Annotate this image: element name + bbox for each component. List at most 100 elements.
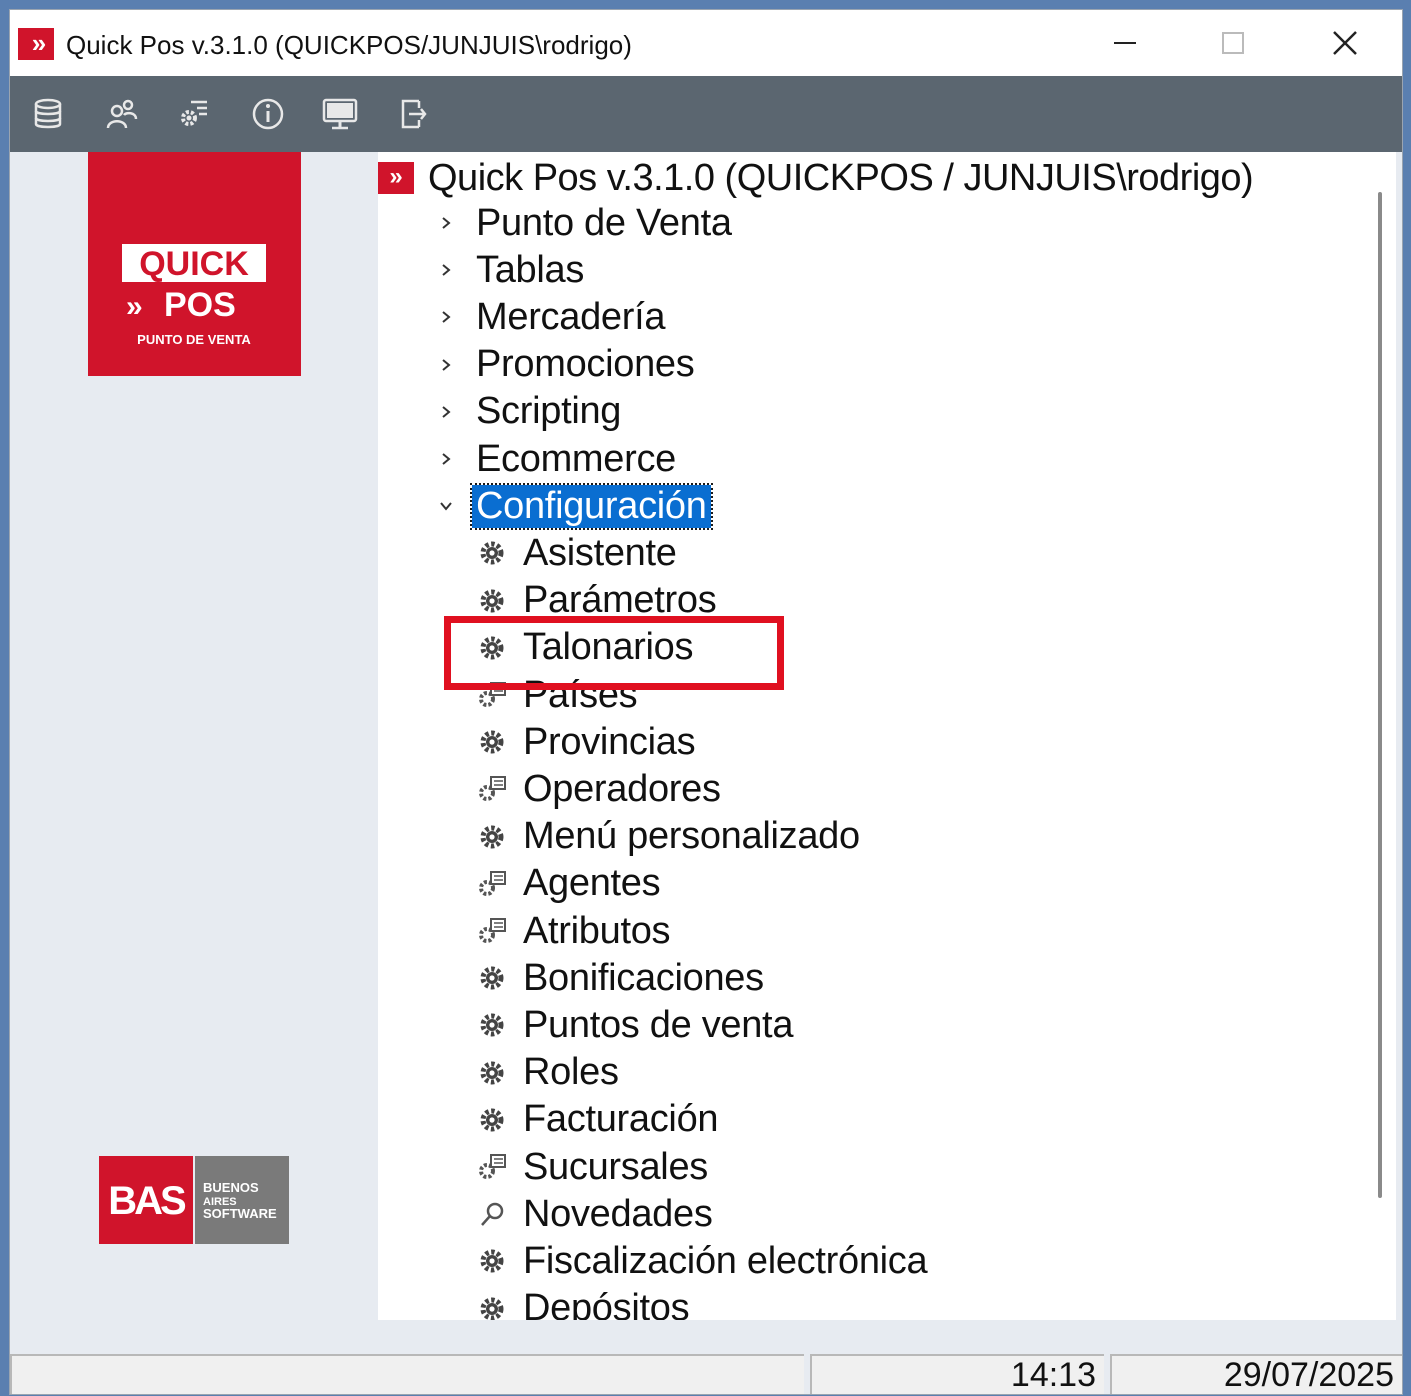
users-icon — [106, 99, 138, 129]
tree-node-label: Configuración — [470, 482, 713, 530]
minimize-button[interactable] — [1070, 10, 1180, 76]
tree-item-label: Agentes — [523, 862, 661, 905]
tree-item-asistente[interactable]: Asistente — [378, 530, 1358, 576]
gear-icon — [476, 1009, 508, 1041]
expand-toggle[interactable] — [434, 247, 458, 293]
monitor-icon — [322, 98, 358, 130]
tree-root[interactable]: » Quick Pos v.3.1.0 (QUICKPOS / JUNJUIS\… — [378, 156, 1254, 200]
gear-icon — [480, 966, 504, 990]
svg-text:SOFTWARE: SOFTWARE — [203, 1206, 277, 1221]
tree-item-atributos[interactable]: Atributos — [378, 908, 1358, 954]
tree-item-label: Provincias — [523, 720, 696, 763]
quickpos-logo: QUICK » POS PUNTO DE VENTA — [88, 152, 301, 376]
gear-list-icon — [476, 915, 508, 947]
tree-item-bonificaciones[interactable]: Bonificaciones — [378, 955, 1358, 1001]
tree-node-label: Ecommerce — [476, 437, 677, 480]
tree-item-roles[interactable]: Roles — [378, 1050, 1358, 1096]
tree-item-label: Puntos de venta — [523, 1003, 794, 1046]
tree-item-sucursales[interactable]: Sucursales — [378, 1144, 1358, 1190]
menu-tree: » Quick Pos v.3.1.0 (QUICKPOS / JUNJUIS\… — [378, 152, 1366, 1320]
expand-toggle[interactable] — [434, 342, 458, 388]
scrollbar-thumb[interactable] — [1378, 192, 1382, 1198]
gear-icon — [480, 1013, 504, 1037]
gear-icon — [476, 1104, 508, 1136]
svg-text:BUENOS: BUENOS — [203, 1180, 259, 1195]
exit-button[interactable] — [394, 94, 434, 134]
expand-toggle[interactable] — [434, 389, 458, 435]
tree-node-scripting[interactable]: Scripting — [378, 389, 1358, 435]
gear-icon — [480, 1108, 504, 1132]
tree-item-menu-personalizado[interactable]: Menú personalizado — [378, 814, 1358, 860]
monitor-button[interactable] — [320, 94, 360, 134]
vertical-scrollbar[interactable] — [1366, 152, 1396, 1320]
talonarios-highlight-box — [444, 616, 784, 690]
chevron-right-icon — [442, 217, 451, 229]
tree-item-label: Novedades — [523, 1192, 713, 1235]
gear-icon — [476, 726, 508, 758]
title-bar: » Quick Pos v.3.1.0 (QUICKPOS/JUNJUIS\ro… — [10, 10, 1402, 76]
gear-icon — [476, 1293, 508, 1320]
tree-item-provincias[interactable]: Provincias — [378, 719, 1358, 765]
gear-list-icon — [476, 773, 508, 805]
left-panel: QUICK » POS PUNTO DE VENTA BAS BUENOS AI… — [10, 152, 378, 1348]
gear-icon — [480, 1061, 504, 1085]
status-message — [10, 1354, 804, 1394]
gear-list-icon — [479, 776, 506, 802]
tree-item-label: Fiscalización electrónica — [523, 1239, 928, 1282]
tree-node-tablas[interactable]: Tablas — [378, 247, 1358, 293]
tree-node-label: Scripting — [476, 390, 622, 433]
gear-icon — [476, 1245, 508, 1277]
tree-node-ecommerce[interactable]: Ecommerce — [378, 436, 1358, 482]
gear-list-icon — [476, 868, 508, 900]
tree-item-puntos-de-venta[interactable]: Puntos de venta — [378, 1002, 1358, 1048]
gear-icon — [480, 541, 504, 565]
expand-toggle[interactable] — [434, 294, 458, 340]
expand-toggle[interactable] — [434, 200, 458, 246]
chevron-down-icon — [440, 502, 452, 511]
info-icon — [252, 98, 284, 130]
users-button[interactable] — [102, 94, 142, 134]
close-button[interactable] — [1290, 10, 1400, 76]
gear-icon — [476, 821, 508, 853]
tree-item-agentes[interactable]: Agentes — [378, 861, 1358, 907]
maximize-button[interactable] — [1178, 10, 1288, 76]
chevron-right-icon — [442, 311, 451, 324]
database-button[interactable] — [28, 94, 68, 134]
status-time: 14:13 — [810, 1354, 1104, 1394]
tree-node-promociones[interactable]: Promociones — [378, 342, 1358, 388]
svg-text:»: » — [126, 290, 143, 323]
gear-icon — [476, 585, 508, 617]
chevron-right-icon — [442, 453, 451, 465]
window-title: Quick Pos v.3.1.0 (QUICKPOS/JUNJUIS\rodr… — [66, 30, 632, 60]
tree-item-label: Roles — [523, 1051, 619, 1094]
tree-node-punto-de-venta[interactable]: Punto de Venta — [378, 200, 1358, 246]
app-window: » Quick Pos v.3.1.0 (QUICKPOS/JUNJUIS\ro… — [10, 10, 1402, 1394]
tree-item-label: Depósitos — [523, 1287, 690, 1320]
tree-node-label: Punto de Venta — [476, 201, 732, 244]
minimize-icon — [1114, 42, 1136, 44]
expand-toggle[interactable] — [434, 436, 458, 482]
search-icon — [476, 1198, 508, 1230]
bas-logo: BAS BUENOS AIRES SOFTWARE — [99, 1156, 289, 1244]
tree-item-facturacion[interactable]: Facturación — [378, 1097, 1358, 1143]
tree-root-label: Quick Pos v.3.1.0 (QUICKPOS / JUNJUIS\ro… — [428, 156, 1254, 199]
gear-list-icon — [479, 918, 506, 943]
gear-icon — [480, 730, 504, 754]
maximize-icon — [1222, 32, 1244, 54]
gear-list-icon — [476, 1151, 508, 1183]
tree-item-depositos[interactable]: Depósitos — [378, 1286, 1358, 1320]
tree-node-mercader-a[interactable]: Mercadería — [378, 294, 1358, 340]
tree-item-label: Facturación — [523, 1098, 719, 1141]
tree-item-label: Operadores — [523, 767, 721, 810]
tree-node-label: Mercadería — [476, 295, 666, 338]
tree-node-configuraci-n[interactable]: Configuración — [378, 482, 1358, 530]
settings-list-button[interactable] — [174, 94, 214, 134]
tree-item-novedades[interactable]: Novedades — [378, 1191, 1358, 1237]
tree-item-fiscalizacion-electronica[interactable]: Fiscalización electrónica — [378, 1238, 1358, 1284]
close-icon — [1333, 31, 1357, 55]
tree-item-operadores[interactable]: Operadores — [378, 766, 1358, 812]
settings-list-icon — [181, 100, 207, 126]
svg-text:BAS: BAS — [108, 1179, 186, 1223]
info-button[interactable] — [248, 94, 288, 134]
expand-toggle[interactable] — [434, 483, 458, 529]
